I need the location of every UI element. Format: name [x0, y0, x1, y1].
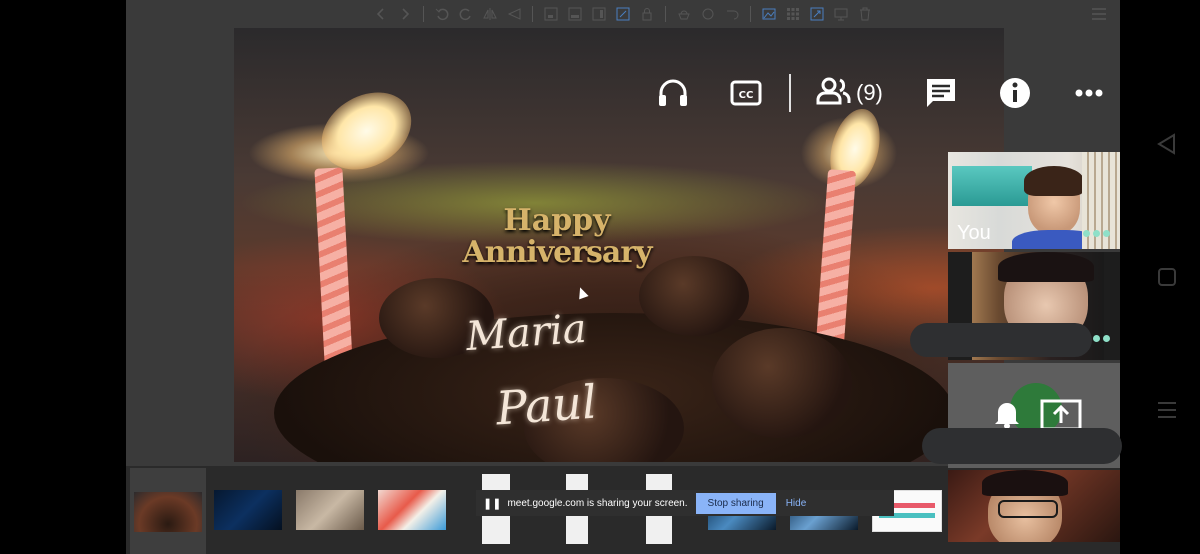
- controls-divider: [789, 74, 791, 112]
- frosting-swirl: [712, 328, 852, 438]
- participant-tile-you[interactable]: You: [948, 152, 1120, 249]
- headphones-icon[interactable]: [656, 70, 690, 116]
- cake-writing-1: Maria: [464, 305, 589, 361]
- crop-icon[interactable]: [542, 5, 560, 23]
- people-icon: [816, 77, 852, 110]
- cake-topper: Happy Anniversary: [462, 206, 652, 270]
- svg-text:CC: CC: [739, 90, 754, 101]
- flip-vertical-icon[interactable]: [505, 5, 523, 23]
- back-icon[interactable]: [372, 5, 390, 23]
- thumbnail-sale[interactable]: [378, 490, 446, 530]
- glasses: [998, 500, 1058, 518]
- hamburger-menu-icon[interactable]: [1090, 5, 1108, 23]
- delete-icon[interactable]: [856, 5, 874, 23]
- mouse-cursor: [575, 285, 589, 300]
- speaking-indicator: [1083, 230, 1110, 237]
- hide-button[interactable]: Hide: [786, 498, 807, 509]
- share-message: meet.google.com is sharing your screen.: [507, 497, 688, 509]
- grid-icon[interactable]: [784, 5, 802, 23]
- participant-hair: [1024, 166, 1084, 196]
- stop-sharing-button[interactable]: Stop sharing: [695, 492, 776, 514]
- screen-share-notification: ❚❚ meet.google.com is sharing your scree…: [476, 490, 894, 516]
- rotate-icon[interactable]: [699, 5, 717, 23]
- image-viewer-toolbar: [126, 0, 1120, 28]
- closed-captions-icon[interactable]: CC: [730, 70, 762, 116]
- thumbnail-percent[interactable]: [214, 490, 282, 530]
- image-icon[interactable]: [760, 5, 778, 23]
- fit-width-icon[interactable]: [566, 5, 584, 23]
- paint-bucket-icon[interactable]: [675, 5, 693, 23]
- thumbnail-cake[interactable]: [130, 468, 206, 554]
- participant-name-pill: [922, 428, 1122, 464]
- thumbnail-desk[interactable]: [296, 490, 364, 530]
- recents-icon[interactable]: [1156, 400, 1178, 425]
- participant-count: (9): [856, 80, 883, 105]
- more-options-icon[interactable]: [1074, 70, 1104, 116]
- topper-line-1: Happy: [503, 203, 611, 238]
- info-icon[interactable]: [998, 70, 1032, 116]
- forward-icon[interactable]: [396, 5, 414, 23]
- back-triangle-icon[interactable]: [1156, 133, 1178, 160]
- flip-horizontal-icon[interactable]: [481, 5, 499, 23]
- people-button[interactable]: (9): [816, 70, 883, 116]
- you-label: You: [957, 222, 991, 244]
- speaking-indicator: [1093, 335, 1110, 342]
- cake-writing-2: Paul: [494, 374, 599, 436]
- participant-hair: [982, 470, 1068, 496]
- slideshow-icon[interactable]: [832, 5, 850, 23]
- chat-icon[interactable]: [924, 70, 958, 116]
- participant-hair: [998, 252, 1094, 282]
- undo-icon[interactable]: [433, 5, 451, 23]
- video-background: [952, 166, 1032, 206]
- zoom-icon[interactable]: [808, 5, 826, 23]
- fit-screen-icon[interactable]: [614, 5, 632, 23]
- frosting-swirl: [639, 256, 749, 336]
- fit-height-icon[interactable]: [590, 5, 608, 23]
- redo-icon[interactable]: [457, 5, 475, 23]
- topper-line-2: Anniversary: [462, 235, 652, 270]
- pause-icon: ❚❚: [483, 497, 502, 510]
- redo-arrow-icon[interactable]: [723, 5, 741, 23]
- participant-name-pill: [910, 323, 1092, 357]
- participant-tile-4[interactable]: [948, 470, 1120, 542]
- candle-right: [815, 169, 857, 346]
- home-square-icon[interactable]: [1156, 266, 1178, 293]
- lock-icon[interactable]: [638, 5, 656, 23]
- meet-top-controls: CC (9): [650, 70, 1110, 116]
